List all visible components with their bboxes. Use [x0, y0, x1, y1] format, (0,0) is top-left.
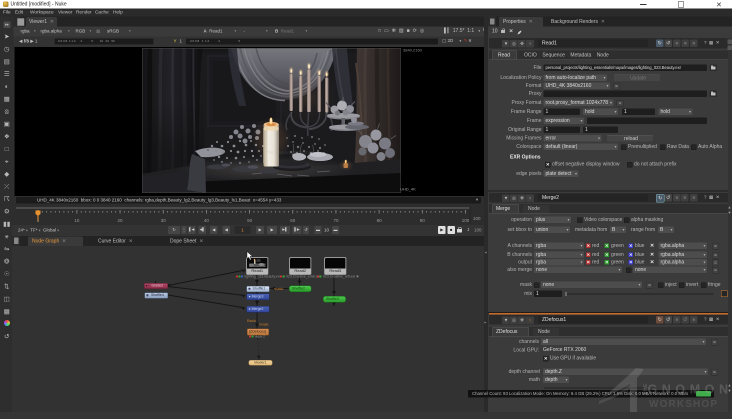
svg-text:The Gnomon Worksho: The Gnomon Worksho [266, 150, 312, 155]
svg-text:10: 10 [74, 218, 80, 223]
svg-text:30: 30 [161, 218, 167, 223]
svg-text:70: 70 [333, 218, 339, 223]
svg-text:Back: Back [247, 318, 256, 323]
svg-text:mask: mask [259, 322, 269, 327]
svg-text:60: 60 [290, 218, 296, 223]
svg-text:GNOMON: GNOMON [648, 383, 731, 397]
svg-text:20: 20 [118, 218, 124, 223]
svg-text:100: 100 [462, 218, 470, 223]
svg-text:mask: mask [274, 286, 284, 291]
svg-text:50: 50 [247, 218, 253, 223]
svg-text:WORKSHOP: WORKSHOP [649, 399, 719, 410]
svg-text:40: 40 [204, 218, 210, 223]
svg-text:80: 80 [377, 218, 383, 223]
svg-text:90: 90 [420, 218, 426, 223]
